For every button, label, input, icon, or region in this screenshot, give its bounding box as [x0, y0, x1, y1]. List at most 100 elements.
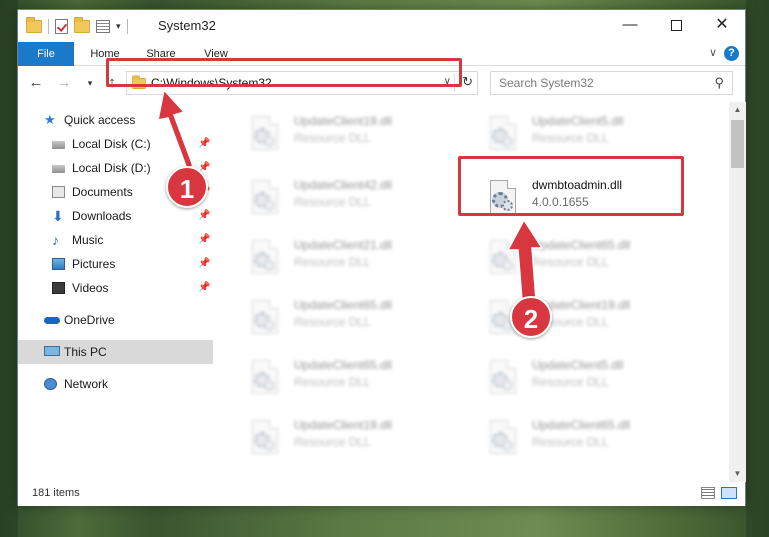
forward-button[interactable]: → — [54, 73, 74, 93]
pin-icon[interactable]: 📌 — [198, 276, 210, 300]
file-version: 4.0.0.1655 — [532, 195, 589, 209]
dll-file-icon — [486, 358, 518, 398]
cloud-icon — [44, 317, 60, 324]
nav-item-pictures[interactable]: Pictures 📌 — [18, 252, 213, 276]
file-name: UpdateClient5.dll — [532, 114, 624, 128]
nav-item-music[interactable]: ♪ Music 📌 — [18, 228, 213, 252]
nav-item-label: Pictures — [72, 257, 116, 271]
file-name: UpdateClient42.dll — [294, 178, 393, 192]
status-bar: 181 items — [18, 482, 745, 506]
address-bar[interactable]: C:\Windows\System32 ∨ ↻ — [126, 71, 478, 95]
expand-ribbon-chevron-icon[interactable]: ∨ — [709, 46, 717, 59]
pin-icon[interactable]: 📌 — [198, 204, 210, 228]
dll-file-icon — [248, 178, 280, 218]
file-item[interactable]: UpdateClient19.dll Resource DLL — [234, 108, 449, 160]
pin-icon[interactable]: 📌 — [198, 132, 210, 156]
large-icons-view-icon[interactable] — [721, 487, 737, 499]
file-description: Resource DLL — [294, 131, 371, 145]
pin-icon[interactable]: 📌 — [198, 228, 210, 252]
file-item[interactable]: UpdateClient65.dll Resource DLL — [234, 292, 449, 344]
star-icon: ★ — [44, 112, 56, 127]
nav-item-label: Local Disk (C:) — [72, 137, 151, 151]
search-icon[interactable]: ⚲ — [714, 75, 724, 91]
scrollbar-thumb[interactable] — [731, 120, 744, 168]
file-name: UpdateClient19.dll — [294, 114, 393, 128]
tab-share[interactable]: Share — [136, 42, 186, 66]
details-view-icon[interactable] — [701, 487, 715, 499]
file-item[interactable]: UpdateClient19.dll Resource DLL — [234, 412, 449, 464]
nav-item-label: Network — [64, 377, 109, 391]
address-dropdown-chevron-icon[interactable]: ∨ — [444, 76, 451, 87]
nav-item-local-disk-c[interactable]: Local Disk (C:) 📌 — [18, 132, 213, 156]
dll-file-icon — [486, 418, 518, 458]
file-item[interactable]: UpdateClient42.dll Resource DLL — [234, 172, 449, 224]
close-icon: ✕ — [715, 16, 729, 33]
file-item[interactable]: UpdateClient65.dll Resource DLL — [472, 412, 687, 464]
file-item[interactable]: UpdateClient19.dll Resource DLL — [472, 292, 687, 344]
nav-item-label: This PC — [64, 345, 107, 359]
file-list: UpdateClient19.dll Resource DLL UpdateCl… — [224, 102, 729, 482]
pin-icon[interactable]: 📌 — [198, 252, 210, 276]
drive-icon — [52, 165, 65, 173]
file-description: Resource DLL — [532, 375, 609, 389]
file-item[interactable]: UpdateClient5.dll Resource DLL — [472, 352, 687, 404]
refresh-icon[interactable]: ↻ — [462, 74, 473, 90]
download-icon: ⬇ — [52, 208, 64, 224]
file-description: Resource DLL — [532, 255, 609, 269]
file-item-dwmbtoadmin[interactable]: dwmbtoadmin.dll 4.0.0.1655 — [472, 172, 687, 224]
file-item[interactable]: UpdateClient65.dll Resource DLL — [472, 232, 687, 284]
customize-toolbar-caret-icon[interactable]: ▾ — [116, 21, 121, 32]
file-item[interactable]: UpdateClient21.dll Resource DLL — [234, 232, 449, 284]
search-box[interactable]: Search System32 ⚲ — [490, 71, 733, 95]
minimize-button[interactable]: — — [607, 10, 653, 42]
navigation-pane: ★ Quick access Local Disk (C:) 📌 Local D… — [18, 102, 213, 482]
file-description: Resource DLL — [532, 435, 609, 449]
file-description: Resource DLL — [294, 255, 371, 269]
properties-icon[interactable] — [96, 19, 110, 33]
nav-item-onedrive[interactable]: OneDrive — [18, 308, 213, 332]
back-button[interactable]: ← — [26, 73, 46, 93]
address-path[interactable]: C:\Windows\System32 — [151, 76, 272, 90]
nav-item-quick-access[interactable]: ★ Quick access — [18, 108, 213, 132]
window-title: System32 — [158, 18, 216, 33]
scroll-down-arrow-icon[interactable]: ▼ — [729, 466, 746, 482]
scroll-up-arrow-icon[interactable]: ▲ — [729, 102, 746, 118]
recent-locations-chevron-icon[interactable]: ▾ — [80, 73, 100, 93]
nav-item-network[interactable]: Network — [18, 372, 213, 396]
search-input[interactable]: Search System32 — [499, 76, 594, 90]
file-item[interactable]: UpdateClient65.dll Resource DLL — [234, 352, 449, 404]
minimize-icon: — — [622, 16, 638, 33]
new-folder-icon[interactable] — [74, 16, 90, 33]
dll-file-icon — [248, 238, 280, 278]
music-icon: ♪ — [52, 232, 59, 248]
toolbar-separator — [126, 18, 128, 34]
drive-icon — [52, 141, 65, 149]
nav-item-label: Music — [72, 233, 104, 247]
file-item[interactable]: UpdateClient5.dll Resource DLL — [472, 108, 687, 160]
vertical-scrollbar[interactable]: ▲ ▼ — [729, 102, 746, 482]
documents-icon — [52, 186, 65, 198]
tab-file[interactable]: File — [18, 42, 74, 66]
step-1-badge: 1 — [166, 166, 208, 208]
file-description: Resource DLL — [294, 375, 371, 389]
nav-item-this-pc[interactable]: This PC — [18, 340, 213, 364]
dll-file-icon — [248, 114, 280, 154]
folder-icon — [132, 75, 146, 90]
file-name: UpdateClient65.dll — [532, 238, 631, 252]
maximize-button[interactable] — [653, 10, 699, 42]
up-button[interactable]: ↑ — [102, 73, 122, 93]
nav-item-label: Documents — [72, 185, 133, 199]
background-forest — [0, 0, 18, 537]
nav-item-videos[interactable]: Videos 📌 — [18, 276, 213, 300]
close-button[interactable]: ✕ — [699, 10, 745, 42]
nav-item-label: Downloads — [72, 209, 132, 223]
title-bar: ▾ System32 — ✕ — [18, 10, 745, 42]
properties-check-icon[interactable] — [55, 18, 68, 34]
tab-view[interactable]: View — [194, 42, 238, 66]
tab-home[interactable]: Home — [80, 42, 130, 66]
file-name: UpdateClient65.dll — [294, 298, 393, 312]
item-count: 181 items — [32, 487, 80, 499]
file-name: dwmbtoadmin.dll — [532, 178, 623, 192]
help-icon[interactable]: ? — [724, 46, 739, 61]
step-2-badge: 2 — [510, 296, 552, 338]
